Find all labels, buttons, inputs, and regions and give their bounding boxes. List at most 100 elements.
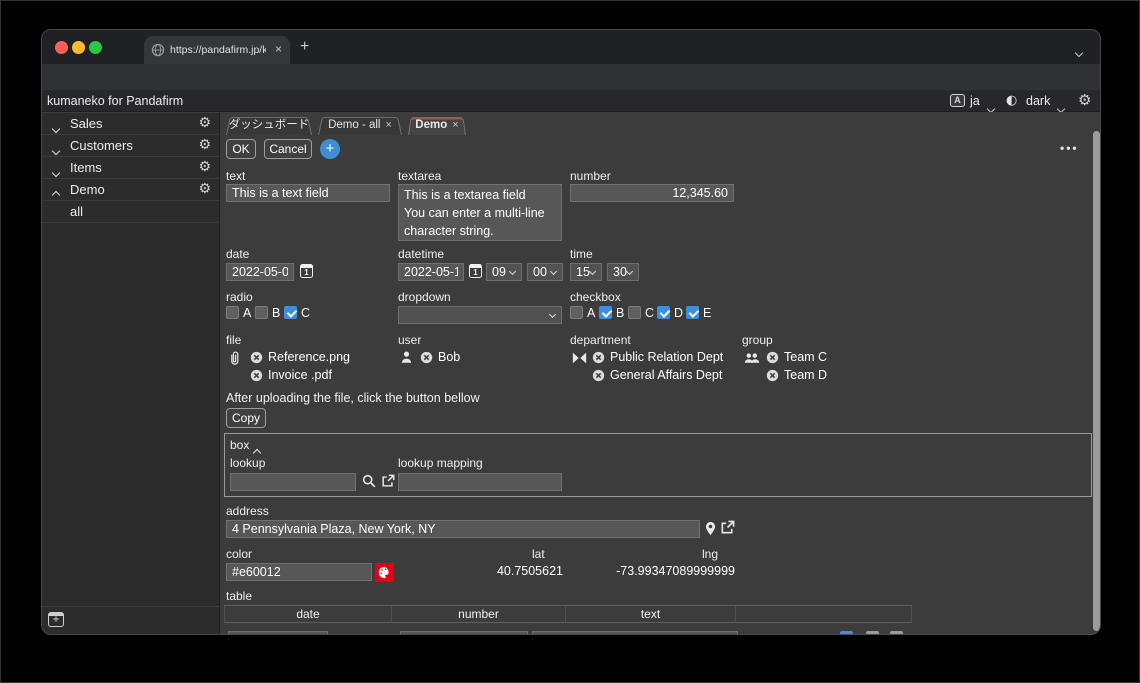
- sidebar-item-sales[interactable]: Sales ⚙: [42, 113, 219, 135]
- table-number-input[interactable]: [400, 631, 528, 634]
- radio-option-a[interactable]: [226, 306, 239, 319]
- checkbox-option-b[interactable]: [599, 306, 612, 319]
- file-name[interactable]: Invoice .pdf: [268, 368, 332, 382]
- table-header-actions: [736, 606, 912, 622]
- checkbox-option-c[interactable]: [628, 306, 641, 319]
- file-field-label: file: [226, 333, 242, 347]
- remove-department-icon[interactable]: [592, 351, 605, 364]
- globe-favicon-icon: [151, 43, 165, 57]
- sidebar-subitem-label: all: [70, 204, 84, 219]
- map-pin-icon[interactable]: [705, 521, 716, 536]
- app-settings-gear-icon[interactable]: ⚙: [198, 160, 211, 174]
- table-header-date: date: [224, 606, 392, 622]
- app-settings-gear-icon[interactable]: ⚙: [198, 138, 211, 152]
- table-remove-row-button[interactable]: [866, 631, 879, 634]
- group-name: Team D: [784, 368, 828, 382]
- calendar-icon[interactable]: 1: [300, 264, 313, 278]
- tab-close-icon[interactable]: ×: [385, 119, 391, 131]
- text-field-label: text: [226, 169, 246, 183]
- date-input[interactable]: [226, 263, 294, 281]
- traffic-light-zoom[interactable]: [89, 41, 102, 54]
- remove-user-icon[interactable]: [420, 351, 433, 364]
- time-hour-select[interactable]: 15: [570, 263, 602, 281]
- sidebar-item-demo[interactable]: Demo ⚙: [42, 179, 219, 201]
- textarea-label: textarea: [398, 169, 442, 183]
- new-tab-button[interactable]: +: [300, 39, 309, 55]
- number-input[interactable]: [570, 184, 734, 202]
- table-text-input[interactable]: [532, 631, 738, 634]
- view-tab-demo-all[interactable]: Demo - all ×: [318, 115, 402, 135]
- checkbox-option-a[interactable]: [570, 306, 583, 319]
- color-swatch-button[interactable]: [375, 563, 394, 582]
- address-input[interactable]: [226, 520, 700, 538]
- sidebar: Sales ⚙ Customers ⚙ Items ⚙ Demo ⚙ all +: [42, 112, 220, 634]
- user-name: Bob: [438, 350, 461, 364]
- checkbox-option-d[interactable]: [657, 306, 670, 319]
- remove-department-icon[interactable]: [592, 369, 605, 382]
- time-minute-select[interactable]: 30: [607, 263, 639, 281]
- radio-option-c[interactable]: [284, 306, 297, 319]
- remove-group-icon[interactable]: [766, 351, 779, 364]
- datetime-date-input[interactable]: [398, 263, 464, 281]
- sidebar-item-items[interactable]: Items ⚙: [42, 157, 219, 179]
- settings-gear-icon[interactable]: ⚙: [1078, 93, 1091, 108]
- copy-button[interactable]: Copy: [226, 408, 266, 428]
- dropdown-select[interactable]: [398, 306, 562, 324]
- radio-option-label: A: [243, 306, 252, 320]
- add-app-icon[interactable]: +: [48, 612, 64, 627]
- textarea-input[interactable]: This is a textarea field You can enter a…: [398, 184, 562, 241]
- browser-window: https://pandafirm.jp/kumaneko × + ← → ⌂ …: [41, 29, 1101, 635]
- browser-tab-title: https://pandafirm.jp/kumaneko: [170, 44, 266, 56]
- group-icon: [744, 352, 760, 364]
- more-options-button[interactable]: •••: [1060, 141, 1079, 155]
- checkbox-option-e[interactable]: [686, 306, 699, 319]
- traffic-light-close[interactable]: [55, 41, 68, 54]
- calendar-icon[interactable]: 1: [469, 264, 482, 278]
- user-field-label: user: [398, 333, 422, 347]
- lookup-mapping-input[interactable]: [398, 473, 562, 491]
- lookup-input[interactable]: [230, 473, 356, 491]
- app-settings-gear-icon[interactable]: ⚙: [198, 116, 211, 130]
- language-select[interactable]: ja: [970, 94, 980, 108]
- content-scrollbar[interactable]: [1093, 131, 1100, 631]
- tab-close-icon[interactable]: ×: [452, 119, 458, 131]
- box-label: box: [230, 438, 250, 452]
- table-date-input[interactable]: [228, 631, 328, 634]
- theme-select[interactable]: dark: [1026, 94, 1050, 108]
- table-field-label: table: [226, 589, 253, 603]
- color-input[interactable]: [226, 563, 372, 581]
- table-clear-row-button[interactable]: [890, 631, 903, 634]
- datetime-minute-select[interactable]: 00: [527, 263, 563, 281]
- remove-file-icon[interactable]: [250, 351, 263, 364]
- radio-option-b[interactable]: [255, 306, 268, 319]
- view-tab-dashboard[interactable]: ダッシュボード: [226, 115, 312, 135]
- app-settings-gear-icon[interactable]: ⚙: [198, 182, 211, 196]
- tab-close-icon[interactable]: ×: [275, 43, 282, 56]
- external-link-icon[interactable]: [720, 520, 735, 535]
- sidebar-item-customers[interactable]: Customers ⚙: [42, 135, 219, 157]
- browser-tab-strip: https://pandafirm.jp/kumaneko × +: [42, 30, 1100, 64]
- sidebar-item-label: Customers: [70, 138, 133, 153]
- tab-search-chevron-icon[interactable]: [1074, 43, 1084, 61]
- cancel-button[interactable]: Cancel: [264, 139, 312, 159]
- text-input[interactable]: [226, 184, 390, 202]
- file-name[interactable]: Reference.png: [268, 350, 350, 364]
- add-record-button[interactable]: +: [320, 139, 340, 159]
- ok-button[interactable]: OK: [226, 139, 256, 159]
- datetime-hour-select[interactable]: 09: [486, 263, 522, 281]
- remove-group-icon[interactable]: [766, 369, 779, 382]
- table-add-row-button[interactable]: [840, 631, 853, 634]
- sidebar-item-label: Sales: [70, 116, 103, 131]
- external-link-icon[interactable]: [381, 474, 395, 488]
- sidebar-subitem-all[interactable]: all: [42, 201, 219, 223]
- number-field-label: number: [570, 169, 611, 183]
- view-tab-demo[interactable]: Demo ×: [408, 115, 466, 135]
- checkbox-option-label: B: [616, 306, 625, 320]
- search-icon[interactable]: [362, 474, 376, 488]
- remove-file-icon[interactable]: [250, 369, 263, 382]
- table-header-text: text: [566, 606, 736, 622]
- sidebar-footer: +: [42, 606, 219, 634]
- traffic-light-minimize[interactable]: [72, 41, 85, 54]
- checkbox-field-label: checkbox: [570, 290, 621, 304]
- browser-tab[interactable]: https://pandafirm.jp/kumaneko ×: [144, 36, 290, 64]
